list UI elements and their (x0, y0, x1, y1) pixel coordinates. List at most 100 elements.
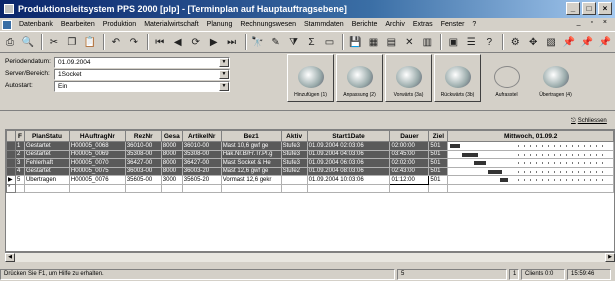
row-gesa[interactable]: 3000 (160, 175, 183, 185)
scroll-left-icon[interactable]: ◀ (5, 253, 15, 262)
prev-record-icon[interactable]: ◀ (170, 34, 186, 51)
menu-produktion[interactable]: Produktion (99, 21, 140, 28)
row-planstatus[interactable]: Gestartet (23, 149, 70, 159)
row-reznr[interactable]: 36003-00 (124, 166, 162, 176)
add-button[interactable]: Hinzufügen (1) (287, 54, 334, 102)
document-icon[interactable] (2, 19, 12, 30)
row-bez1[interactable]: Mast Socket & He (220, 158, 282, 168)
row-ziel[interactable]: 501 (428, 158, 449, 168)
row-selector[interactable] (6, 149, 16, 159)
transfer-button[interactable]: Übertragen (4) (532, 54, 579, 102)
print-preview-icon[interactable]: 🔍 (20, 34, 36, 51)
row-selector[interactable] (6, 141, 16, 151)
col-header-gesa[interactable]: Gesa (160, 130, 183, 142)
chevron-down-icon[interactable]: ▼ (219, 82, 229, 91)
row-aktiv[interactable]: Stufe2 (280, 166, 308, 176)
col-header-artikelnr[interactable]: ArtikelNr (181, 130, 222, 142)
settings-icon[interactable]: ⚙ (507, 34, 523, 51)
row-dauer[interactable]: 03:45:00 (389, 149, 430, 159)
row-planstatus[interactable]: Gestartet (23, 141, 70, 151)
gantt-bar[interactable] (450, 144, 461, 148)
gantt-cell[interactable] (447, 149, 614, 159)
row-dauer[interactable]: 02:43:00 (389, 166, 430, 176)
grid-icon[interactable]: ▥ (419, 34, 435, 51)
row-dauer[interactable]: 02:02:00 (389, 158, 430, 168)
new-row-cell[interactable] (181, 183, 222, 193)
menu-bearbeiten[interactable]: Bearbeiten (57, 21, 99, 28)
row-gesa[interactable]: 8000 (160, 166, 183, 176)
row-start1date[interactable]: 01.09.2004 10:03:06 (306, 175, 391, 185)
row-hauftragnr[interactable]: H00005_0075 (68, 166, 126, 176)
new-row-cell[interactable] (428, 183, 449, 193)
menu-datenbank[interactable]: Datenbank (15, 21, 57, 28)
row-artikelnr[interactable]: 36427-00 (181, 158, 222, 168)
row-artikelnr[interactable]: 35605-20 (181, 175, 222, 185)
row-hauftragnr[interactable]: H00005_0068 (68, 141, 126, 151)
refresh-icon[interactable]: ⟳ (188, 34, 204, 51)
new-row-cell[interactable] (447, 183, 614, 193)
gantt-bar[interactable] (474, 161, 487, 165)
find-icon[interactable]: 🔭 (250, 34, 266, 51)
forward-button[interactable]: Vorwärts (3a) (385, 54, 432, 102)
first-record-icon[interactable]: ⏮ (152, 34, 168, 51)
gantt-cell[interactable] (447, 158, 614, 168)
row-planstatus[interactable]: Gestartet (23, 166, 70, 176)
row-reznr[interactable]: 36010-00 (124, 141, 162, 151)
row-number[interactable]: 1 (14, 141, 25, 151)
row-ziel[interactable]: 501 (428, 166, 449, 176)
row-reznr[interactable]: 35605-00 (124, 175, 162, 185)
row-number[interactable]: 3 (14, 158, 25, 168)
col-header-reznr[interactable]: RezNr (124, 130, 162, 142)
print-icon[interactable]: ⎙ (2, 34, 18, 51)
title-bar[interactable]: Produktionsleitsystem PPS 2000 [plp] - [… (0, 0, 615, 18)
row-planstatus[interactable]: Fehlerhaft (23, 158, 70, 168)
cut-icon[interactable]: ✂ (46, 34, 62, 51)
row-hauftragnr[interactable]: H00005_0069 (68, 149, 126, 159)
new-row-cell[interactable] (14, 183, 25, 193)
table-row[interactable]: ▶ 5 Übertragen H00005_0076 35605-00 3000 35605… (6, 175, 614, 185)
row-artikelnr[interactable]: 36003-20 (181, 166, 222, 176)
row-start1date[interactable]: 01.09.2004 02:03:06 (306, 141, 391, 151)
row-selector[interactable] (6, 158, 16, 168)
help-icon[interactable]: ? (481, 34, 497, 51)
gantt-cell[interactable] (447, 166, 614, 176)
col-header-f[interactable]: F (14, 130, 25, 142)
unravel-button[interactable]: Aufrasstel (483, 54, 530, 102)
save-all-icon[interactable]: ▦ (365, 34, 381, 51)
row-start1date[interactable]: 01.09.2004 08:03:06 (306, 166, 391, 176)
mdi-controls[interactable]: _ ▫ × (577, 19, 611, 26)
autostart-dropdown[interactable]: Ein ▼ (54, 81, 230, 92)
row-bez1[interactable]: Hak.Nr.B/Fr.Tr.Pl.g (220, 149, 282, 159)
copy-icon[interactable]: ❐ (64, 34, 80, 51)
gantt-bar[interactable] (488, 169, 503, 174)
row-artikelnr[interactable]: 36010-00 (181, 141, 222, 151)
new-row-cell[interactable] (220, 183, 282, 193)
periode-dropdown[interactable]: 01.09.2004 ▼ (54, 57, 230, 68)
row-gesa[interactable]: 8000 (160, 149, 183, 159)
table-row[interactable]: 2 Gestartet H00005_0069 35308-00 8000 35308-0… (6, 149, 614, 159)
new-row[interactable]: * (6, 183, 614, 193)
filter-icon[interactable]: ⧩ (286, 34, 302, 51)
row-aktiv[interactable]: Stufe3 (280, 158, 308, 168)
row-aktiv[interactable] (280, 175, 308, 185)
row-ziel[interactable]: 501 (428, 141, 449, 151)
row-artikelnr[interactable]: 35308-00 (181, 149, 222, 159)
col-header-ziel[interactable]: Ziel (428, 130, 449, 142)
chart-icon[interactable]: ▧ (543, 34, 559, 51)
edit-icon[interactable]: ✎ (268, 34, 284, 51)
save-as-icon[interactable]: ▤ (383, 34, 399, 51)
new-row-cell[interactable] (160, 183, 183, 193)
col-header-start1date[interactable]: Start1Date (306, 130, 391, 142)
menu-extras[interactable]: Extras (409, 21, 437, 28)
minimize-button[interactable]: _ (566, 2, 580, 15)
new-row-cell[interactable] (124, 183, 162, 193)
row-ziel[interactable]: 501 (428, 175, 449, 185)
table-row[interactable]: 3 Fehlerhaft H00005_0070 36427-00 8000 36427-… (6, 158, 614, 168)
close-button[interactable]: × (598, 2, 612, 15)
pin-icon-3[interactable]: 📌 (597, 34, 613, 51)
chevron-down-icon[interactable]: ▼ (219, 70, 229, 79)
last-record-icon[interactable]: ⏭ (224, 34, 240, 51)
undo-icon[interactable]: ↶ (108, 34, 124, 51)
maximize-button[interactable]: □ (582, 2, 596, 15)
close-form-button[interactable]: ⎋ Schliessen (571, 115, 611, 127)
